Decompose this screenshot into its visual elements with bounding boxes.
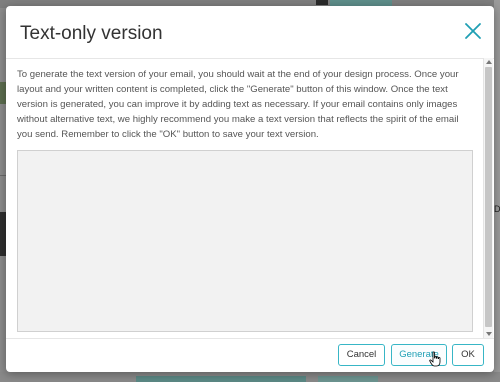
cancel-button[interactable]: Cancel [338,344,385,366]
title-divider [6,58,494,59]
text-version-textarea[interactable] [17,150,473,332]
hand-pointer-icon [429,351,441,367]
background-teal-bottom-block-2 [318,376,378,382]
footer-divider [6,338,494,339]
scroll-down-arrow-icon[interactable] [485,330,493,338]
dialog-title: Text-only version [20,23,163,44]
close-icon [465,23,481,39]
dialog-scrollbar[interactable] [483,58,493,338]
background-teal-bottom-block [136,376,306,382]
ok-button[interactable]: OK [452,344,484,366]
background-dark-tab [316,0,328,5]
background-right-panel [494,0,500,382]
background-side-letter: D [494,204,500,214]
scrollbar-thumb[interactable] [485,67,492,327]
scroll-up-arrow-icon[interactable] [485,58,493,66]
close-button[interactable] [461,19,485,43]
text-only-version-dialog: Text-only version To generate the text v… [6,6,494,372]
dialog-description: To generate the text version of your ema… [17,69,459,140]
